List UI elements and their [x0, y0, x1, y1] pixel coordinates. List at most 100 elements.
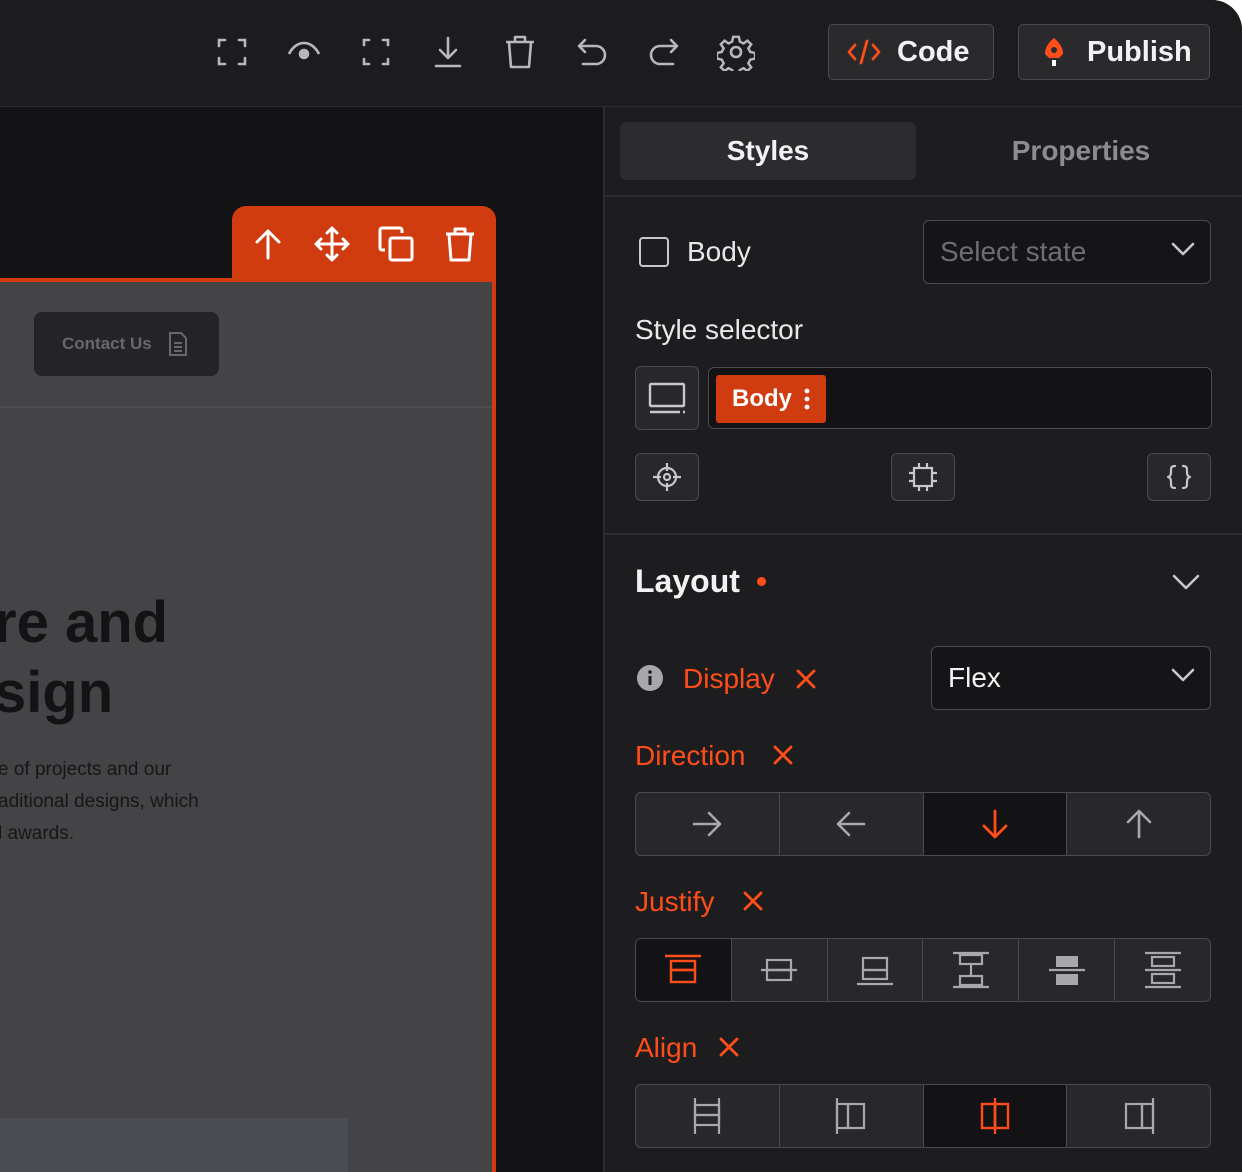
- selector-tag-label: Body: [732, 385, 792, 412]
- justify-center-icon: [759, 953, 799, 987]
- align-stretch-button[interactable]: [636, 1085, 780, 1147]
- modified-dot: [757, 577, 766, 586]
- duplicate-icon[interactable]: [372, 220, 420, 268]
- arrow-up-icon: [1125, 809, 1153, 839]
- arrow-up-icon[interactable]: [244, 220, 292, 268]
- clear-justify-icon[interactable]: [742, 890, 764, 912]
- direction-row-button[interactable]: [636, 793, 780, 855]
- publish-button-label: Publish: [1087, 35, 1192, 68]
- direction-label: Direction: [635, 740, 746, 771]
- align-center-icon: [978, 1096, 1012, 1136]
- hero-heading: re and sign: [0, 588, 168, 728]
- body-checkbox[interactable]: [639, 237, 669, 267]
- top-toolbar: Code Publish: [0, 0, 1242, 107]
- image-placeholder: [0, 1118, 348, 1172]
- selector-tag-body[interactable]: Body: [716, 375, 826, 423]
- selected-body-frame[interactable]: Contact Us re and sign e of projects and…: [0, 278, 496, 1172]
- crosshair-icon: [652, 462, 682, 492]
- style-panel: Styles Properties Body Select state Styl…: [603, 107, 1242, 1172]
- justify-between-icon: [951, 951, 991, 989]
- code-button-label: Code: [897, 35, 970, 68]
- style-selector-input[interactable]: Body: [708, 367, 1212, 429]
- align-end-icon: [1122, 1096, 1156, 1136]
- display-select-value: Flex: [948, 662, 1001, 693]
- hero-heading-line2: sign: [0, 660, 114, 725]
- selection-toolbar: [232, 206, 496, 282]
- select-state-placeholder: Select state: [940, 236, 1087, 267]
- app-window: Code Publish Contact Us re and sign e of…: [0, 0, 1242, 1172]
- justify-end-button[interactable]: [828, 939, 924, 1001]
- delete-element-icon[interactable]: [436, 220, 484, 268]
- direction-column-button[interactable]: [923, 793, 1068, 855]
- justify-between-button[interactable]: [923, 939, 1020, 1001]
- target-button[interactable]: [635, 453, 699, 501]
- justify-start-icon: [663, 953, 703, 987]
- hero-paragraph: e of projects and our aditional designs,…: [0, 754, 199, 850]
- justify-around-button[interactable]: [1019, 939, 1116, 1001]
- direction-row-reverse-button[interactable]: [780, 793, 924, 855]
- css-code-button[interactable]: [1147, 453, 1211, 501]
- tab-styles-label: Styles: [726, 135, 810, 166]
- select-state-dropdown[interactable]: Select state: [923, 220, 1211, 284]
- hero-paragraph-line2: aditional designs, which: [0, 791, 199, 812]
- contact-us-button[interactable]: Contact Us: [34, 312, 219, 376]
- document-icon: [168, 331, 188, 357]
- hero-paragraph-line3: l awards.: [0, 823, 75, 844]
- align-stretch-icon: [692, 1096, 722, 1136]
- download-icon[interactable]: [428, 30, 468, 74]
- header-divider: [0, 406, 492, 408]
- tab-styles[interactable]: Styles: [620, 122, 916, 180]
- align-start-icon: [834, 1096, 868, 1136]
- more-vertical-icon[interactable]: [804, 388, 810, 410]
- move-icon[interactable]: [308, 220, 356, 268]
- redo-icon[interactable]: [644, 30, 684, 74]
- chevron-down-icon: [1170, 667, 1196, 683]
- clear-display-icon[interactable]: [795, 668, 817, 690]
- justify-around-icon: [1047, 951, 1087, 989]
- justify-end-icon: [855, 953, 895, 987]
- arrow-down-icon: [981, 809, 1009, 839]
- eye-icon[interactable]: [284, 30, 324, 74]
- gear-icon[interactable]: [716, 30, 756, 74]
- section-divider: [605, 533, 1242, 535]
- hero-paragraph-line1: e of projects and our: [0, 759, 172, 780]
- fullscreen-icon[interactable]: [212, 30, 252, 74]
- justify-evenly-button[interactable]: [1115, 939, 1210, 1001]
- align-end-button[interactable]: [1067, 1085, 1210, 1147]
- display-select[interactable]: Flex: [931, 646, 1211, 710]
- frame-select-icon: [908, 462, 938, 492]
- justify-control: [635, 938, 1211, 1002]
- publish-button[interactable]: Publish: [1018, 24, 1210, 80]
- arrow-left-icon: [836, 811, 866, 837]
- trash-icon[interactable]: [500, 30, 540, 74]
- style-selector-label: Style selector: [635, 314, 804, 345]
- justify-center-button[interactable]: [732, 939, 828, 1001]
- align-start-button[interactable]: [780, 1085, 924, 1147]
- box-select-button[interactable]: [891, 453, 955, 501]
- justify-evenly-icon: [1143, 951, 1183, 989]
- direction-control: [635, 792, 1211, 856]
- align-label: Align: [635, 1032, 698, 1063]
- layout-section-title: Layout: [635, 563, 740, 599]
- code-button[interactable]: Code: [828, 24, 994, 80]
- align-center-button[interactable]: [923, 1085, 1068, 1147]
- tab-properties[interactable]: Properties: [923, 122, 1239, 180]
- braces-icon: [1165, 463, 1193, 491]
- info-icon[interactable]: [636, 664, 664, 692]
- contact-us-label: Contact Us: [62, 334, 152, 353]
- clear-align-icon[interactable]: [718, 1036, 740, 1058]
- chevron-down-icon[interactable]: [1171, 573, 1201, 591]
- tab-properties-label: Properties: [1011, 135, 1151, 166]
- align-control: [635, 1084, 1211, 1148]
- undo-icon[interactable]: [572, 30, 612, 74]
- direction-column-reverse-button[interactable]: [1067, 793, 1210, 855]
- tabs-divider: [605, 195, 1242, 197]
- justify-start-button[interactable]: [636, 939, 732, 1001]
- body-checkbox-label: Body: [687, 236, 751, 267]
- arrow-right-icon: [692, 811, 722, 837]
- clear-direction-icon[interactable]: [772, 744, 794, 766]
- device-button[interactable]: [635, 366, 699, 430]
- chevron-down-icon: [1170, 241, 1196, 257]
- rocket-icon: [1041, 37, 1067, 67]
- frame-icon[interactable]: [356, 30, 396, 74]
